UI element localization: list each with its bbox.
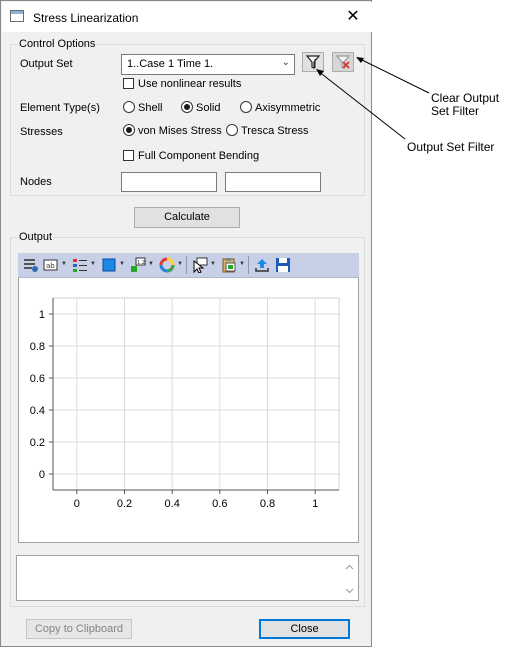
save-icon[interactable] [275,257,291,273]
app-icon [10,10,24,22]
y-tick-label: 0.8 [30,341,45,353]
x-tick-label: 0.4 [165,498,180,510]
value-format-icon[interactable]: 1.2 [130,257,146,273]
window-title: Stress Linearization [33,11,139,25]
toolbar-separator-2 [248,256,249,274]
output-text-area[interactable] [16,555,359,601]
copy-to-clipboard-button[interactable]: Copy to Clipboard [26,619,132,639]
output-label: Output [18,231,54,243]
output-set-label: Output Set [20,58,73,70]
data-labels-icon[interactable]: ab [43,257,59,273]
tresca-radio[interactable] [226,124,238,136]
stresses-label: Stresses [20,126,63,138]
y-tick-label: 0 [39,469,45,481]
full-component-bending-label: Full Component Bending [138,150,260,162]
axisymmetric-radio[interactable] [240,101,252,113]
use-nonlinear-checkbox[interactable] [123,78,134,89]
chart-properties-icon[interactable] [23,257,39,273]
palette-dropdown-icon[interactable]: ▼ [177,261,183,267]
output-set-value: 1..Case 1 Time 1. [127,58,214,70]
legend-dropdown-icon[interactable]: ▼ [90,261,96,267]
line-chart: 0 0.2 0.4 0.6 0.8 1 0 0.2 0.4 0.6 0.8 1 [30,297,340,510]
use-nonlinear-label: Use nonlinear results [138,78,242,90]
scroll-down-icon[interactable] [345,588,354,594]
element-types-label: Element Type(s) [20,102,100,114]
node-2-input[interactable] [225,172,321,192]
chevron-down-icon: ⌄ [281,57,290,68]
clear-filter-annotation-line2: Set Filter [431,104,480,118]
x-tick-label: 1 [312,498,318,510]
value-format-dropdown-icon[interactable]: ▼ [148,261,154,267]
clear-filter-annotation: Clear Output Set Filter [431,92,499,118]
clear-filter-icon [335,55,351,69]
shell-label: Shell [138,102,163,114]
plot-frame [52,297,340,491]
y-tick-label: 0.6 [30,373,45,385]
nodes-label: Nodes [20,176,52,188]
close-button[interactable]: Close [259,619,350,639]
clear-output-set-filter-button[interactable] [332,52,354,72]
clipboard-dropdown-icon[interactable]: ▼ [239,261,245,267]
y-tick-label: 1 [39,309,45,321]
select-dropdown-icon[interactable]: ▼ [210,261,216,267]
x-tick-label: 0 [74,498,80,510]
svg-text:1.2: 1.2 [137,260,145,266]
plot-area: 0 0.2 0.4 0.6 0.8 1 0 0.2 0.4 0.6 0.8 1 [18,278,359,543]
y-tick-label: 0.4 [30,405,45,417]
tresca-label: Tresca Stress [241,125,309,137]
close-window-button[interactable]: ✕ [341,6,365,28]
shell-radio[interactable] [123,101,135,113]
color-dropdown-icon[interactable]: ▼ [119,261,125,267]
x-tick-label: 0.6 [212,498,227,510]
x-tick-label: 0.2 [117,498,132,510]
y-tick-label: 0.2 [30,437,45,449]
control-options-label: Control Options [18,38,97,50]
calculate-button[interactable]: Calculate [134,207,240,228]
select-pointer-icon[interactable] [192,257,208,273]
node-1-input[interactable] [121,172,217,192]
color-icon[interactable] [101,257,117,273]
data-labels-dropdown-icon[interactable]: ▼ [61,261,67,267]
export-icon[interactable] [254,257,270,273]
legend-icon[interactable] [72,257,88,273]
solid-radio[interactable] [181,101,193,113]
stress-linearization-dialog: Stress Linearization ✕ Control Options O… [0,0,372,647]
filter-icon [305,55,321,69]
clipboard-icon[interactable] [221,257,237,273]
solid-label: Solid [196,102,221,114]
toolbar-separator [186,256,187,274]
x-tick-label: 0.8 [260,498,275,510]
set-filter-annotation: Output Set Filter [407,140,495,154]
palette-icon[interactable] [159,257,175,273]
chart-toolbar: ab ▼ ▼ ▼ 1.2 ▼ ▼ ▼ ▼ [18,253,359,278]
scroll-up-icon[interactable] [345,564,354,570]
output-set-combo[interactable]: 1..Case 1 Time 1. ⌄ [121,54,295,75]
svg-text:ab: ab [46,262,55,270]
output-set-filter-button[interactable] [302,52,324,72]
full-component-bending-checkbox[interactable] [123,150,134,161]
von-mises-radio[interactable] [123,124,135,136]
von-mises-label: von Mises Stress [138,125,222,137]
axisymmetric-label: Axisymmetric [255,102,321,114]
